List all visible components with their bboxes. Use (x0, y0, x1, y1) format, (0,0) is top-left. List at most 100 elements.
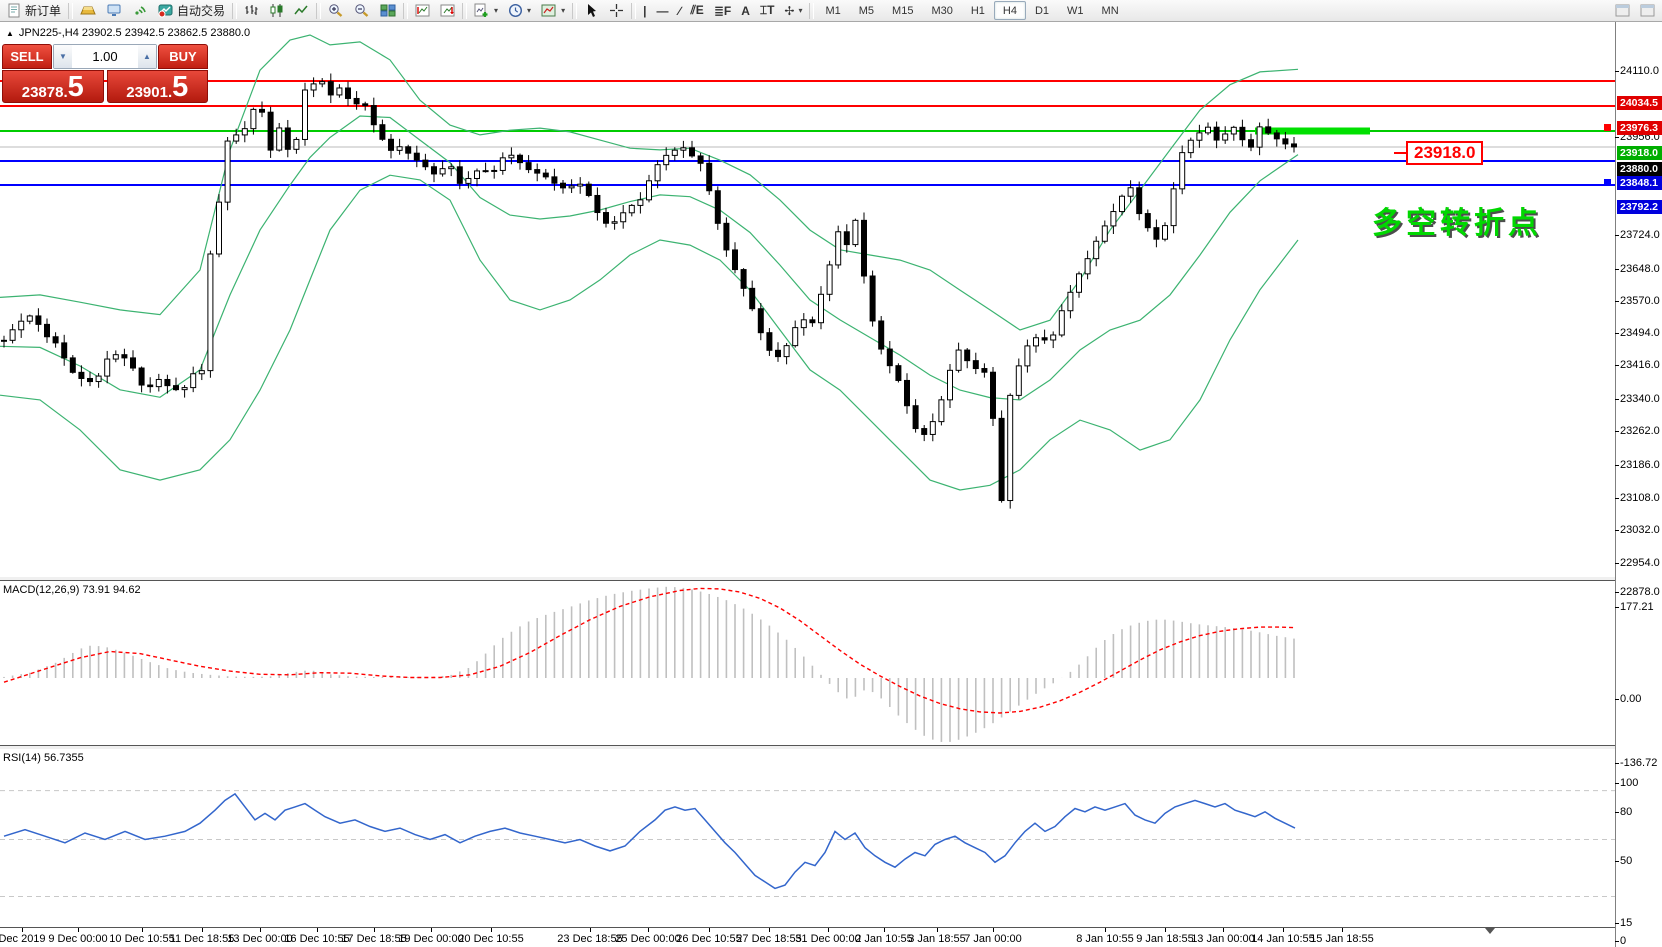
hline-button[interactable]: — (651, 1, 673, 21)
axis-tick: 0.00 (1620, 693, 1641, 705)
bar-chart-button[interactable] (239, 1, 264, 21)
clock-icon (508, 3, 523, 18)
time-tick-label: 26 Dec 10:55 (676, 933, 741, 945)
indicator-window-alt-button[interactable] (435, 1, 460, 21)
timeframe-m1-button[interactable]: M1 (816, 1, 849, 20)
volume-increase-button[interactable]: ▲ (138, 45, 156, 68)
indwin2-icon (440, 3, 455, 18)
timeframe-m5-button[interactable]: M5 (850, 1, 883, 20)
doc-icon (7, 3, 22, 18)
axis-tick: 23186.0 (1620, 459, 1660, 471)
axis-tick: 80 (1620, 806, 1632, 818)
axis-tick: 23032.0 (1620, 524, 1660, 536)
wifi-icon (132, 3, 148, 18)
cursor-button[interactable] (579, 1, 604, 21)
axis-tick: 23494.0 (1620, 327, 1660, 339)
time-tick-mark (22, 928, 23, 932)
chinese-annotation: 多空转折点 (1372, 198, 1542, 242)
market-watch-icon-button[interactable] (75, 1, 101, 21)
label-icon: ⌶T (760, 3, 775, 18)
time-tick-label: 13 Jan 00:00 (1191, 933, 1255, 945)
time-tick-label: 31 Dec 00:00 (795, 933, 860, 945)
macd-pane-canvas[interactable]: MACD(12,26,9) 73.91 94.62 (0, 580, 1615, 746)
window-layout-2-icon[interactable] (1635, 1, 1660, 21)
newchart-icon (474, 3, 490, 18)
sell-button[interactable]: SELL (2, 44, 52, 69)
zoom-in-button[interactable] (323, 1, 349, 21)
axis-tick: 0 (1620, 935, 1626, 947)
time-tick-mark (142, 928, 143, 932)
price-line-label: 24034.5 (1617, 96, 1662, 110)
indicator-window-button[interactable] (410, 1, 435, 21)
time-tick-label: 16 Dec 10:55 (284, 933, 349, 945)
pane-splitter[interactable] (0, 577, 1662, 580)
timeframe-h1-button[interactable]: H1 (962, 1, 994, 20)
label-button[interactable]: ⌶T (755, 1, 780, 21)
fibonacci-button[interactable]: ≣F (709, 1, 736, 21)
dropdown-arrow-icon: ▾ (798, 6, 802, 15)
macd-svg (0, 581, 1615, 745)
volume-stepper: ▼ 1.00 ▲ (53, 44, 157, 69)
main-chart-canvas[interactable] (0, 22, 1615, 577)
price-axis[interactable]: 24110.023956.023724.023648.023570.023494… (1615, 22, 1662, 947)
timeframe-mn-button[interactable]: MN (1093, 1, 1128, 20)
timeframe-m15-button[interactable]: M15 (883, 1, 922, 20)
one-click-trade-panel: SELL ▼ 1.00 ▲ BUY 23878.5 23901.5 (2, 44, 208, 103)
timeframe-m30-button[interactable]: M30 (922, 1, 961, 20)
toolbar-separator (403, 3, 408, 19)
fibonacci-icon: ≣F (714, 4, 731, 18)
tile-windows-button[interactable] (375, 1, 401, 21)
candlestick-chart-button[interactable] (264, 1, 289, 21)
new-chart-button[interactable]: ▾ (469, 1, 503, 21)
new-order-button-label: 新订单 (25, 2, 61, 19)
time-tick-label: 20 Dec 10:55 (458, 933, 523, 945)
time-tick-label: 13 Dec 00:00 (227, 933, 292, 945)
chart-shift-marker[interactable] (1485, 928, 1495, 934)
time-axis[interactable]: Dec 20199 Dec 00:0010 Dec 10:5511 Dec 18… (0, 928, 1662, 947)
time-tick-mark (78, 928, 79, 932)
data-window-button[interactable] (101, 1, 127, 21)
time-tick-label: 3 Jan 18:55 (908, 933, 966, 945)
time-tick-mark (1283, 928, 1284, 932)
autotrading-button[interactable]: 自动交易 (153, 1, 230, 21)
pane-splitter[interactable] (0, 746, 1662, 749)
zoom-out-button[interactable] (349, 1, 375, 21)
sell-price[interactable]: 23878.5 (2, 70, 104, 103)
price-line-label: 23848.1 (1617, 176, 1662, 190)
text-button[interactable]: A (736, 1, 755, 21)
time-tick-mark (1342, 928, 1343, 932)
price-callout-box[interactable]: 23918.0 (1406, 141, 1483, 165)
gold-icon (80, 3, 96, 18)
channel-button[interactable]: ⫽E (685, 1, 708, 21)
buy-price[interactable]: 23901.5 (107, 70, 209, 103)
volume-decrease-button[interactable]: ▼ (54, 45, 72, 68)
vline-button[interactable]: | (638, 1, 651, 21)
signals-button[interactable] (127, 1, 153, 21)
toolbar-separator (462, 3, 467, 19)
axis-tick: 23724.0 (1620, 229, 1660, 241)
buy-button[interactable]: BUY (158, 44, 208, 69)
timeframe-w1-button[interactable]: W1 (1058, 1, 1093, 20)
candles-icon (269, 3, 284, 18)
new-order-button[interactable]: 新订单 (2, 1, 66, 21)
zoomout-icon (354, 3, 370, 18)
dropdown-arrow-icon: ▾ (561, 6, 565, 15)
channel-icon: ⫽E (690, 3, 703, 18)
line-chart-button[interactable] (289, 1, 314, 21)
volume-value[interactable]: 1.00 (72, 45, 138, 68)
periods-button[interactable]: ▾ (503, 1, 536, 21)
line-handle[interactable] (1604, 124, 1611, 131)
arrows-button[interactable]: ✢▾ (779, 1, 807, 21)
timeframe-h4-button[interactable]: H4 (994, 1, 1026, 20)
timeframe-d1-button[interactable]: D1 (1026, 1, 1058, 20)
trendline-button[interactable]: ∕ (673, 1, 685, 21)
line-handle[interactable] (1604, 179, 1611, 186)
axis-tick: 24110.0 (1620, 65, 1659, 77)
collapse-panel-icon[interactable]: ▲ (6, 29, 14, 38)
templates-button[interactable]: ▾ (536, 1, 570, 21)
cursor-icon (584, 3, 599, 18)
window-layout-1-icon[interactable] (1610, 1, 1635, 21)
crosshair-button[interactable] (604, 1, 629, 21)
zoomin-icon (328, 3, 344, 18)
rsi-pane-canvas[interactable]: RSI(14) 56.7355 (0, 749, 1615, 928)
